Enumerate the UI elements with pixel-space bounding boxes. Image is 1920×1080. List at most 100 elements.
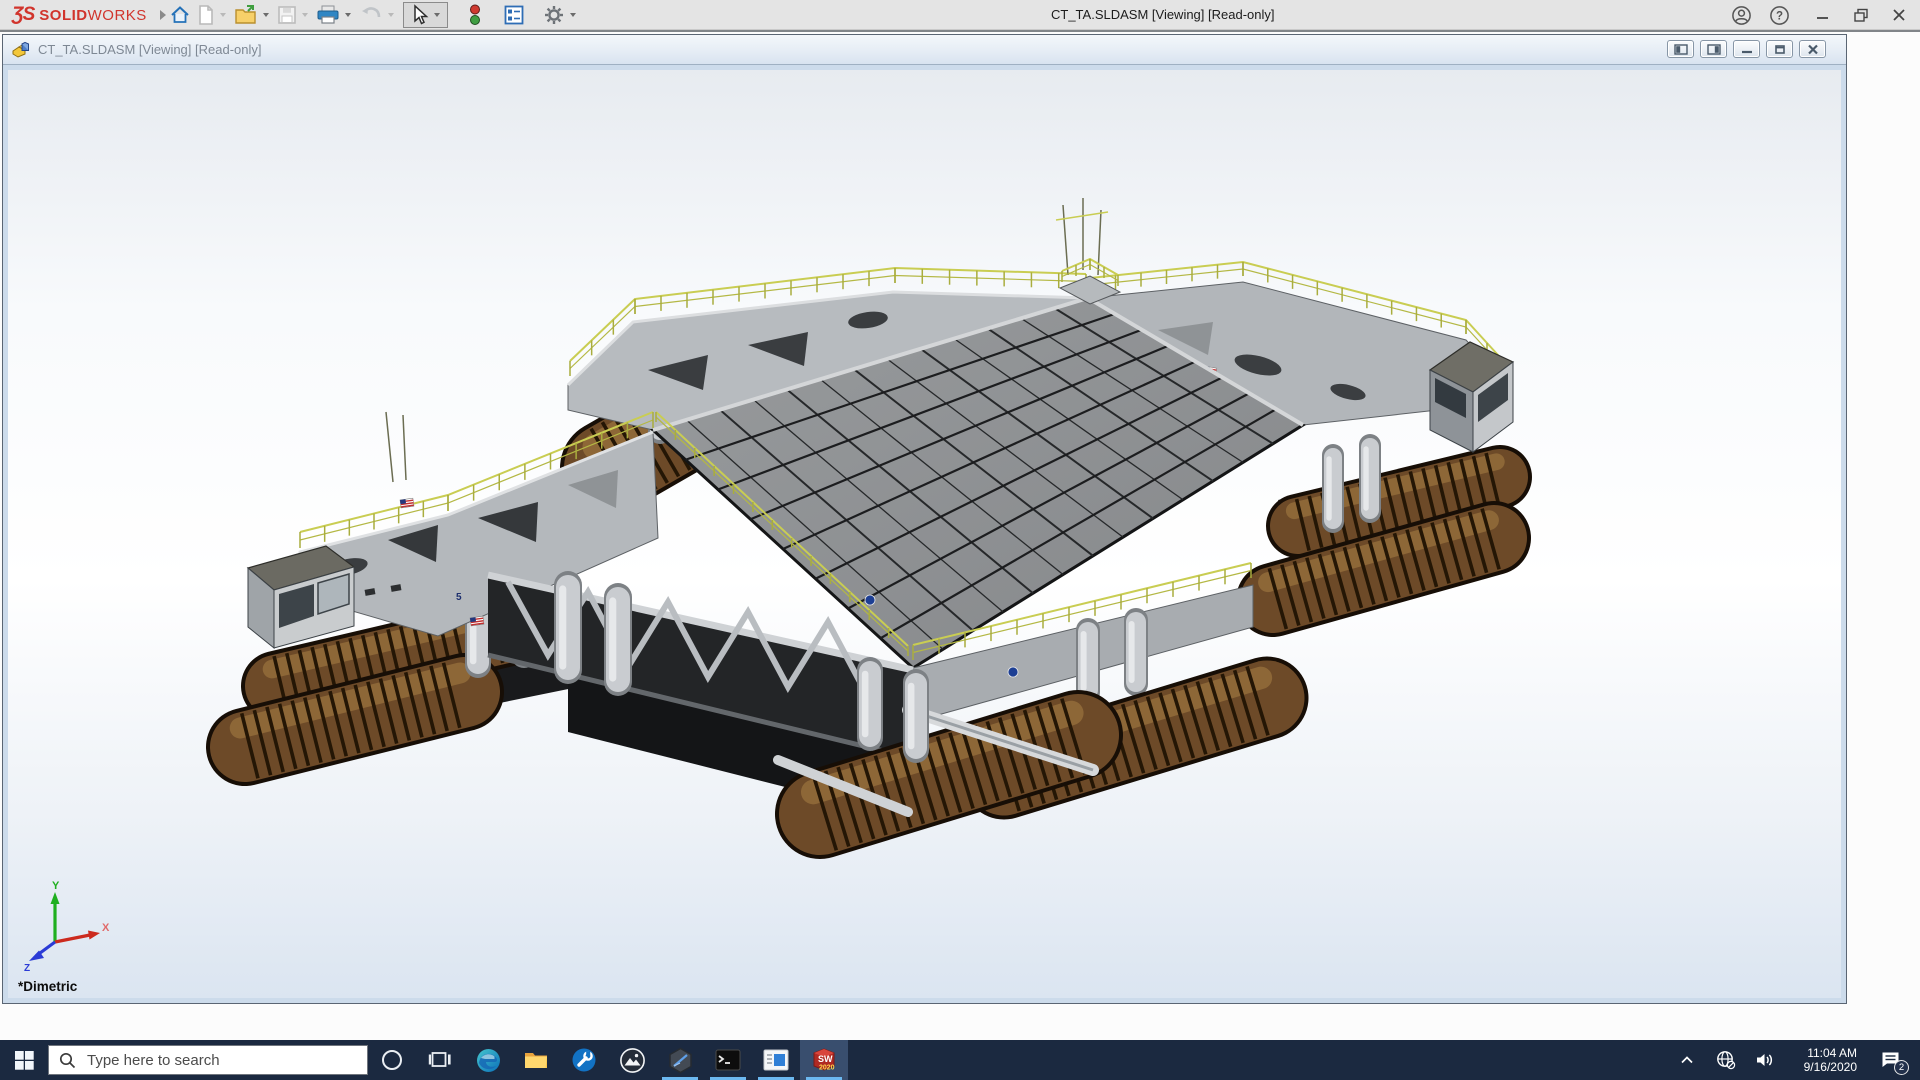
document-titlebar: CT_TA.SLDASM [Viewing] [Read-only] <box>3 35 1846 65</box>
3ds-logo-mark: ƷS <box>12 4 34 26</box>
open-button[interactable] <box>231 2 261 28</box>
doc-close-icon <box>1806 44 1820 55</box>
file-explorer-icon <box>523 1047 549 1073</box>
solidworks-logo-text: SOLIDWORKS <box>39 7 147 24</box>
display-states-button[interactable] <box>464 2 486 28</box>
account-button[interactable] <box>1730 4 1752 26</box>
open-folder-icon <box>234 4 258 26</box>
taskbar-clock[interactable]: 11:04 AM 9/16/2020 <box>1791 1046 1857 1074</box>
taskbar-search[interactable] <box>48 1045 368 1075</box>
logo-expand-arrow-icon[interactable] <box>160 10 166 20</box>
svg-text:SW: SW <box>818 1054 833 1064</box>
print-icon <box>316 4 340 26</box>
new-document-caret[interactable] <box>220 13 226 17</box>
account-icon <box>1731 5 1752 26</box>
hydraulic-cylinder <box>613 597 618 682</box>
tray-chevron-button[interactable] <box>1674 1040 1700 1080</box>
taskbar-app-window[interactable] <box>752 1040 800 1080</box>
titlebar-controls: ? <box>1730 0 1910 30</box>
taskbar-app-edge[interactable] <box>464 1040 512 1080</box>
restore-button[interactable] <box>1850 4 1872 26</box>
taskbar-app-photos[interactable] <box>608 1040 656 1080</box>
stoplight-icon <box>467 3 483 27</box>
svg-text:Y: Y <box>52 880 60 892</box>
tray-network-button[interactable] <box>1713 1040 1739 1080</box>
photos-icon <box>619 1047 646 1074</box>
us-flag-decal <box>470 616 484 626</box>
cortana-icon <box>380 1048 404 1072</box>
solidworks-2020-icon: SW 2020 <box>810 1046 838 1074</box>
windows-taskbar: SW 2020 <box>0 1040 1920 1080</box>
save-button[interactable] <box>274 2 300 28</box>
taskbar-app-solidworks[interactable]: SW 2020 <box>800 1040 848 1080</box>
collapse-right-pane-button[interactable] <box>1700 40 1727 58</box>
action-center-button[interactable]: 2 <box>1870 1040 1910 1080</box>
notification-badge: 2 <box>1894 1060 1909 1075</box>
app-window-icon <box>763 1048 789 1072</box>
clock-date: 9/16/2020 <box>1791 1060 1857 1074</box>
svg-text:Z: Z <box>24 963 30 972</box>
minimize-icon <box>1815 7 1831 23</box>
svg-text:?: ? <box>1775 10 1782 22</box>
select-tool-group <box>403 2 448 28</box>
save-caret[interactable] <box>302 13 308 17</box>
new-document-button[interactable] <box>194 2 218 28</box>
us-flag-decal <box>400 498 414 508</box>
document-title: CT_TA.SLDASM [Viewing] [Read-only] <box>38 42 262 57</box>
pane-left-icon <box>1674 44 1688 55</box>
document-minimize-button[interactable] <box>1733 40 1760 58</box>
close-button[interactable] <box>1888 4 1910 26</box>
hydraulic-cylinder <box>1132 620 1136 684</box>
svg-text:X: X <box>102 922 110 934</box>
hydraulic-cylinder <box>1366 445 1370 512</box>
select-tool-caret[interactable] <box>434 13 440 17</box>
options-button[interactable] <box>540 2 568 28</box>
close-icon <box>1891 7 1907 23</box>
hydraulic-cylinder <box>911 682 916 750</box>
taskbar-app-task-view[interactable] <box>416 1040 464 1080</box>
svg-text:5: 5 <box>456 592 462 603</box>
nasa-logo-decal <box>865 595 875 605</box>
graphics-viewport[interactable]: 55 Y X Z *Dimetric <box>8 70 1841 998</box>
search-icon <box>59 1052 76 1069</box>
print-caret[interactable] <box>345 13 351 17</box>
document-restore-button[interactable] <box>1766 40 1793 58</box>
wrench-circle-icon <box>571 1047 597 1073</box>
undo-caret[interactable] <box>388 13 394 17</box>
report-list-icon <box>503 4 525 26</box>
taskbar-app-support[interactable] <box>560 1040 608 1080</box>
globe-no-internet-icon <box>1716 1050 1736 1070</box>
solidworks-window: ƷS SOLIDWORKS <box>0 0 1920 1080</box>
report-button[interactable] <box>500 2 528 28</box>
open-caret[interactable] <box>263 13 269 17</box>
quick-access-toolbar <box>166 0 581 30</box>
taskbar-app-hex-tool[interactable] <box>656 1040 704 1080</box>
collapse-left-pane-button[interactable] <box>1667 40 1694 58</box>
task-view-icon <box>428 1048 452 1072</box>
taskbar-app-file-explorer[interactable] <box>512 1040 560 1080</box>
start-button[interactable] <box>0 1040 48 1080</box>
print-button[interactable] <box>313 2 343 28</box>
new-document-icon <box>197 4 215 26</box>
doc-restore-icon <box>1773 44 1787 55</box>
windows-start-icon <box>15 1051 34 1070</box>
tray-volume-button[interactable] <box>1752 1040 1778 1080</box>
options-caret[interactable] <box>570 13 576 17</box>
document-close-button[interactable] <box>1799 40 1826 58</box>
window-title: CT_TA.SLDASM [Viewing] [Read-only] <box>1051 0 1275 30</box>
pane-right-icon <box>1707 44 1721 55</box>
document-window-buttons <box>1667 40 1826 58</box>
search-input[interactable] <box>85 1051 335 1070</box>
taskbar-app-cortana[interactable] <box>368 1040 416 1080</box>
command-prompt-icon <box>715 1048 741 1072</box>
help-button[interactable]: ? <box>1768 4 1790 26</box>
system-tray: 11:04 AM 9/16/2020 2 <box>1674 1040 1920 1080</box>
nasa-logo-decal <box>1008 667 1018 677</box>
home-button[interactable] <box>166 2 194 28</box>
orientation-triad: Y X Z <box>22 880 114 972</box>
undo-button[interactable] <box>356 2 386 28</box>
taskbar-app-command-prompt[interactable] <box>704 1040 752 1080</box>
select-tool-button[interactable] <box>406 2 432 28</box>
solidworks-logo: ƷS SOLIDWORKS <box>12 0 166 30</box>
minimize-button[interactable] <box>1812 4 1834 26</box>
